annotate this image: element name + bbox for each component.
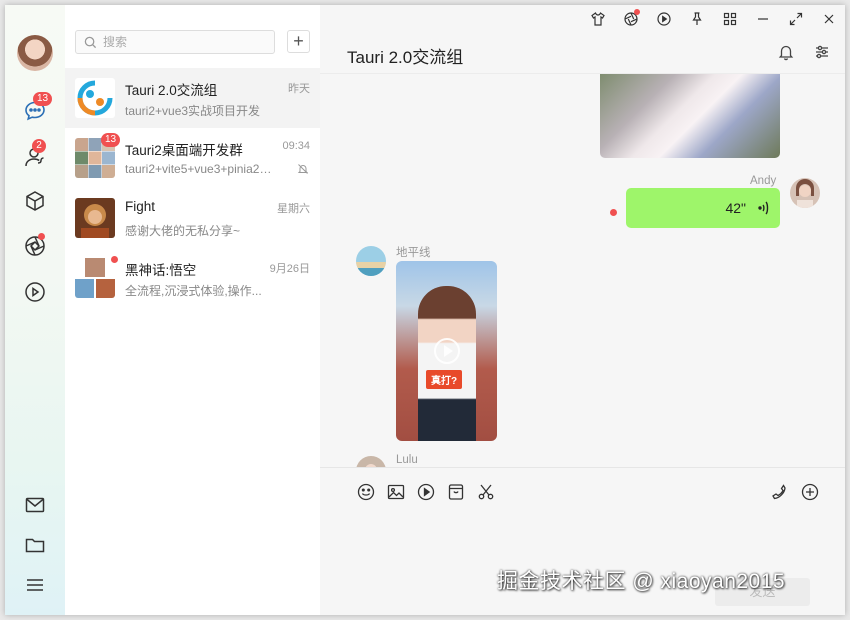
session-item[interactable]: Tauri 2.0交流组 昨天 tauri2+vue3实战项目开发	[65, 68, 320, 128]
video-play-icon[interactable]	[434, 338, 460, 364]
maximize-icon[interactable]	[788, 11, 804, 27]
fight-avatar	[75, 198, 115, 238]
image-message[interactable]	[600, 74, 780, 158]
search-input[interactable]	[103, 33, 268, 51]
chat-title: Tauri 2.0交流组	[347, 48, 464, 67]
session-preview: tauri2+vite5+vue3+pinia2+element-plus	[125, 162, 275, 176]
shirt-icon[interactable]	[590, 11, 606, 27]
window-toolbar	[320, 5, 845, 33]
contacts-badge: 2	[32, 139, 46, 153]
folder-icon[interactable]	[23, 533, 47, 557]
video-message[interactable]: 真打?	[396, 261, 497, 441]
message-sender: 地平线	[396, 247, 431, 259]
session-preview: 感谢大佬的无私分享~	[125, 224, 241, 238]
mail-icon[interactable]	[23, 493, 47, 517]
horizon-avatar[interactable]	[356, 246, 386, 276]
chat-badge: 13	[33, 92, 53, 106]
session-badge: 13	[101, 133, 121, 147]
video-tag: 真打?	[426, 370, 463, 389]
my-avatar[interactable]	[17, 35, 53, 71]
unread-dot	[111, 256, 118, 263]
aperture-icon[interactable]	[23, 233, 47, 258]
add-circle-icon[interactable]	[800, 482, 820, 502]
add-button[interactable]: +	[287, 30, 310, 53]
aperture-icon[interactable]	[623, 9, 640, 27]
session-time: 星期六	[277, 203, 310, 215]
nav-rail: 13 2	[5, 5, 65, 615]
session-item[interactable]: Fight 星期六 感谢大佬的无私分享~	[65, 188, 320, 248]
image-icon[interactable]	[386, 482, 406, 502]
pin-icon[interactable]	[689, 11, 705, 27]
cube-icon[interactable]	[23, 189, 47, 213]
chat-icon[interactable]: 13	[23, 92, 53, 123]
settings-sliders-icon[interactable]	[813, 43, 831, 61]
bell-icon[interactable]	[777, 43, 795, 61]
session-time: 昨天	[288, 83, 310, 95]
phone-icon[interactable]	[769, 482, 789, 502]
minimize-icon[interactable]	[755, 11, 771, 27]
file-box-icon[interactable]	[446, 482, 466, 502]
search-box[interactable]	[75, 30, 275, 54]
session-name: Tauri 2.0交流组	[125, 83, 218, 98]
composer-divider	[320, 467, 845, 468]
session-item[interactable]: 13 Tauri2桌面端开发群 09:34 tauri2+vite5+vue3+…	[65, 128, 320, 188]
close-icon[interactable]	[821, 11, 837, 27]
emoji-icon[interactable]	[356, 482, 376, 502]
message-sender: Andy	[750, 175, 777, 187]
message-list[interactable]: Andy 42" 地平线 真打? Lulu	[320, 74, 845, 467]
aperture-dot	[38, 233, 45, 240]
search-icon	[84, 36, 97, 49]
session-name: Tauri2桌面端开发群	[125, 143, 243, 158]
session-name: Fight	[125, 199, 156, 214]
voice-wave-icon	[758, 201, 769, 215]
video-icon[interactable]	[416, 482, 436, 502]
voice-message-bubble[interactable]: 42"	[626, 188, 780, 228]
app-window: 13 2 +	[5, 5, 845, 615]
mute-bell-icon	[297, 164, 309, 174]
session-preview: 全流程,沉浸式体验,操作...	[125, 284, 262, 298]
message-sender: Lulu	[396, 454, 418, 466]
group-avatar	[75, 258, 115, 298]
session-preview: tauri2+vue3实战项目开发	[125, 104, 261, 118]
play-circle-icon[interactable]	[656, 11, 672, 27]
andy-avatar[interactable]	[790, 178, 820, 208]
session-name: 黑神话:悟空	[125, 263, 197, 278]
menu-icon[interactable]	[23, 573, 47, 597]
session-time: 9月26日	[269, 263, 310, 275]
contacts-icon[interactable]: 2	[23, 139, 47, 169]
session-list: + Tauri 2.0交流组 昨天 tauri2+vue3实战项目开发	[65, 5, 354, 615]
tauri-logo-avatar	[75, 78, 115, 118]
session-item[interactable]: 黑神话:悟空 9月26日 全流程,沉浸式体验,操作...	[65, 248, 320, 308]
voice-duration: 42"	[725, 200, 746, 216]
session-time: 09:34	[282, 140, 310, 152]
notice-dot	[634, 9, 640, 15]
scissors-icon[interactable]	[476, 482, 496, 502]
lulu-avatar[interactable]	[356, 456, 386, 467]
grid-icon[interactable]	[722, 11, 738, 27]
chat-panel: Tauri 2.0交流组 Andy 42" 地平线 真打? Lulu	[320, 5, 845, 615]
watermark-text: 掘金技术社区 @ xiaoyan2015	[497, 570, 786, 593]
unread-voice-dot	[610, 209, 617, 216]
play-circle-icon[interactable]	[23, 280, 47, 304]
